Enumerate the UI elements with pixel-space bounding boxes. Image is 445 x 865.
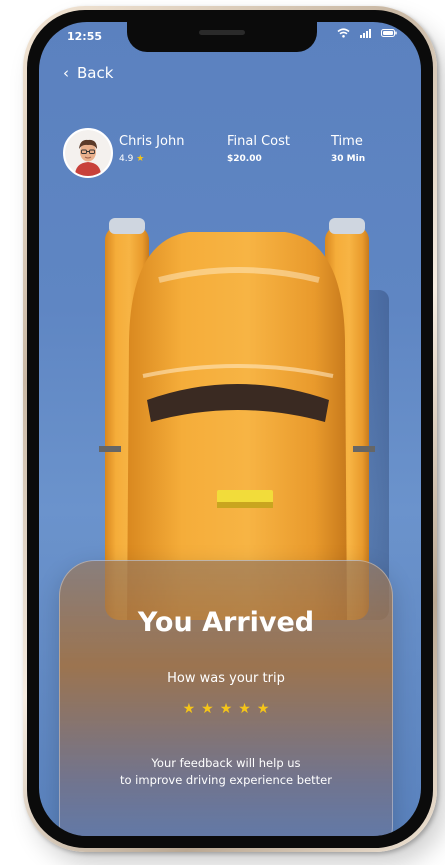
avatar[interactable]	[63, 128, 113, 178]
time-label: Time	[331, 134, 363, 149]
final-cost-value: $20.00	[227, 154, 262, 164]
notch	[127, 22, 317, 52]
status-icons	[337, 28, 397, 38]
rating-stars: ★ ★ ★ ★ ★	[60, 701, 392, 717]
rating-star-4[interactable]: ★	[238, 701, 251, 717]
battery-icon	[381, 29, 397, 37]
speaker-grille	[199, 30, 245, 35]
phone-frame: 12:55 ‹ Back Chris John 4.9 ★ Final Cost…	[23, 6, 437, 852]
driver-rating: 4.9 ★	[119, 154, 144, 164]
signal-icon	[360, 28, 371, 38]
time-value: 30 Min	[331, 154, 366, 164]
driver-name: Chris John	[119, 134, 185, 149]
feedback-text: Your feedback will help us to improve dr…	[60, 755, 392, 789]
rating-star-2[interactable]: ★	[201, 701, 214, 717]
final-cost-label: Final Cost	[227, 134, 290, 149]
arrival-card: You Arrived How was your trip ★ ★ ★ ★ ★ …	[59, 560, 393, 836]
wifi-icon	[337, 28, 350, 38]
app-screen: 12:55 ‹ Back Chris John 4.9 ★ Final Cost…	[39, 22, 421, 836]
rating-value: 4.9	[119, 154, 134, 164]
rating-star-3[interactable]: ★	[220, 701, 233, 717]
arrival-title: You Arrived	[137, 607, 315, 638]
feedback-line-2: to improve driving experience better	[119, 773, 332, 787]
status-time: 12:55	[67, 30, 103, 43]
rating-star-1[interactable]: ★	[183, 701, 196, 717]
chevron-left-icon: ‹	[63, 64, 69, 82]
driver-avatar-image	[65, 130, 111, 176]
feedback-line-1: Your feedback will help us	[151, 756, 301, 770]
star-icon: ★	[136, 154, 145, 164]
phone-bezel: 12:55 ‹ Back Chris John 4.9 ★ Final Cost…	[27, 10, 433, 848]
back-button[interactable]: ‹ Back	[63, 64, 113, 82]
taxi-car-image	[99, 218, 389, 620]
trip-question: How was your trip	[167, 671, 285, 686]
trip-summary: Chris John 4.9 ★ Final Cost $20.00 Time …	[63, 128, 403, 180]
back-label: Back	[77, 64, 114, 82]
rating-star-5[interactable]: ★	[257, 701, 270, 717]
